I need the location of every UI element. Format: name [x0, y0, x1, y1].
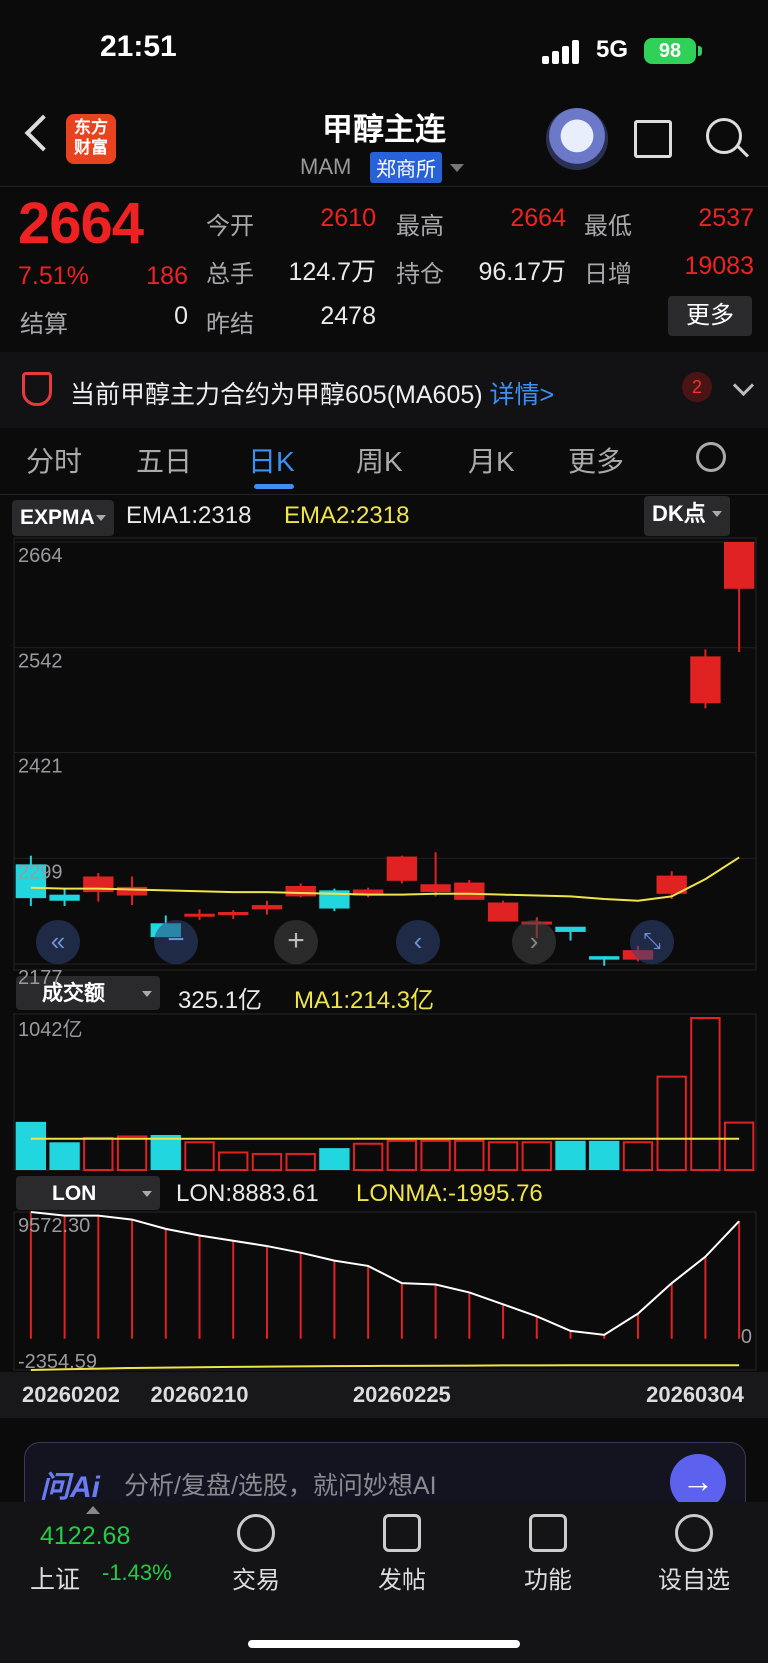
x-tick-label: 20260225 — [353, 1382, 451, 1407]
volume-bar — [521, 1141, 552, 1171]
candle-body — [285, 886, 316, 897]
volume-bar — [285, 1152, 316, 1172]
kline-frame — [13, 537, 757, 971]
caret-up-icon — [86, 1506, 100, 1514]
candle-body — [555, 926, 586, 932]
y-tick-label: 2664 — [18, 545, 63, 567]
expand-icon[interactable]: ⤡ — [630, 920, 674, 964]
index-name[interactable]: 上证 — [30, 1560, 80, 1596]
ai-logo: 问Ai — [40, 1471, 100, 1504]
candle-body — [487, 902, 519, 922]
volume-bar — [218, 1151, 249, 1172]
candle-body — [184, 913, 215, 917]
edit-icon — [383, 1514, 421, 1552]
volume-bar — [150, 1134, 181, 1170]
volume-max-label: 1042亿 — [18, 1018, 83, 1041]
nav-trade[interactable]: 交易 — [206, 1514, 306, 1595]
kline-chart[interactable]: 2664 2542 2421 2299 2177 1042亿 9572.30 0 -2354.5… — [0, 0, 768, 1420]
rewind-icon[interactable]: « — [36, 920, 80, 964]
lon-frame — [13, 1211, 757, 1371]
lon-max-label: 9572.30 — [18, 1215, 90, 1237]
nav-label: 交易 — [232, 1567, 280, 1594]
volume-bar — [352, 1142, 384, 1171]
volume-bar — [319, 1148, 350, 1170]
nav-label: 发帖 — [378, 1567, 426, 1594]
home-indicator — [248, 1640, 520, 1648]
lon-min-label: -2354.59 — [18, 1351, 97, 1373]
candle-body — [116, 886, 148, 896]
y-tick-label: 2421 — [18, 756, 63, 778]
volume-bar — [690, 1017, 721, 1171]
volume-bar — [555, 1140, 586, 1170]
volume-bar — [251, 1152, 283, 1172]
volume-bar — [723, 1121, 755, 1172]
candle-body — [690, 656, 721, 704]
candle-body — [49, 894, 80, 901]
zoom-out-icon[interactable]: − — [154, 920, 198, 964]
nav-functions[interactable]: 功能 — [498, 1514, 598, 1595]
grid-icon — [529, 1514, 567, 1552]
y-tick-label: 2542 — [18, 651, 63, 673]
lon-line — [30, 1211, 740, 1336]
candle-body — [420, 884, 451, 893]
scroll-right-icon[interactable]: › — [512, 920, 556, 964]
candle-body — [386, 856, 418, 881]
zoom-in-icon[interactable]: + — [274, 920, 318, 964]
volume-bar — [487, 1141, 519, 1171]
x-tick-label: 20260202 — [22, 1382, 120, 1407]
volume-bar — [656, 1075, 687, 1172]
candle-body — [589, 956, 620, 960]
y-tick-label: 2177 — [18, 967, 63, 989]
more-dots-icon — [675, 1514, 713, 1552]
volume-bar — [589, 1140, 620, 1170]
y-tick-label: 2299 — [18, 861, 63, 883]
volume-bar — [420, 1139, 451, 1171]
nav-watchlist[interactable]: 设自选 — [644, 1514, 744, 1595]
candle-body — [218, 912, 249, 916]
index-pct: -1.43% — [102, 1560, 172, 1585]
nav-post[interactable]: 发帖 — [352, 1514, 452, 1595]
volume-frame — [13, 1013, 757, 1171]
candle-body — [251, 905, 283, 910]
nav-label: 功能 — [524, 1567, 572, 1594]
volume-bar — [83, 1136, 114, 1171]
scroll-left-icon[interactable]: ‹ — [396, 920, 440, 964]
ai-input[interactable]: 分析/复盘/选股，就问妙想AI — [124, 1466, 437, 1502]
lon-zero-label: 0 — [741, 1326, 752, 1348]
volume-bar — [622, 1141, 654, 1171]
x-tick-label: 20260304 — [646, 1382, 745, 1407]
volume-bar — [454, 1139, 485, 1171]
volume-bar — [49, 1142, 80, 1170]
volume-bar — [116, 1135, 148, 1171]
index-value[interactable]: 4122.68 — [40, 1522, 130, 1551]
x-tick-label: 20260210 — [151, 1382, 249, 1407]
lonma-line — [30, 1364, 740, 1371]
nav-label: 设自选 — [658, 1567, 730, 1594]
candle-body — [723, 542, 755, 589]
yen-icon — [237, 1514, 275, 1552]
volume-bar — [386, 1139, 418, 1171]
candle-body — [454, 882, 485, 900]
volume-bar — [184, 1141, 215, 1171]
volume-bar — [15, 1121, 47, 1170]
